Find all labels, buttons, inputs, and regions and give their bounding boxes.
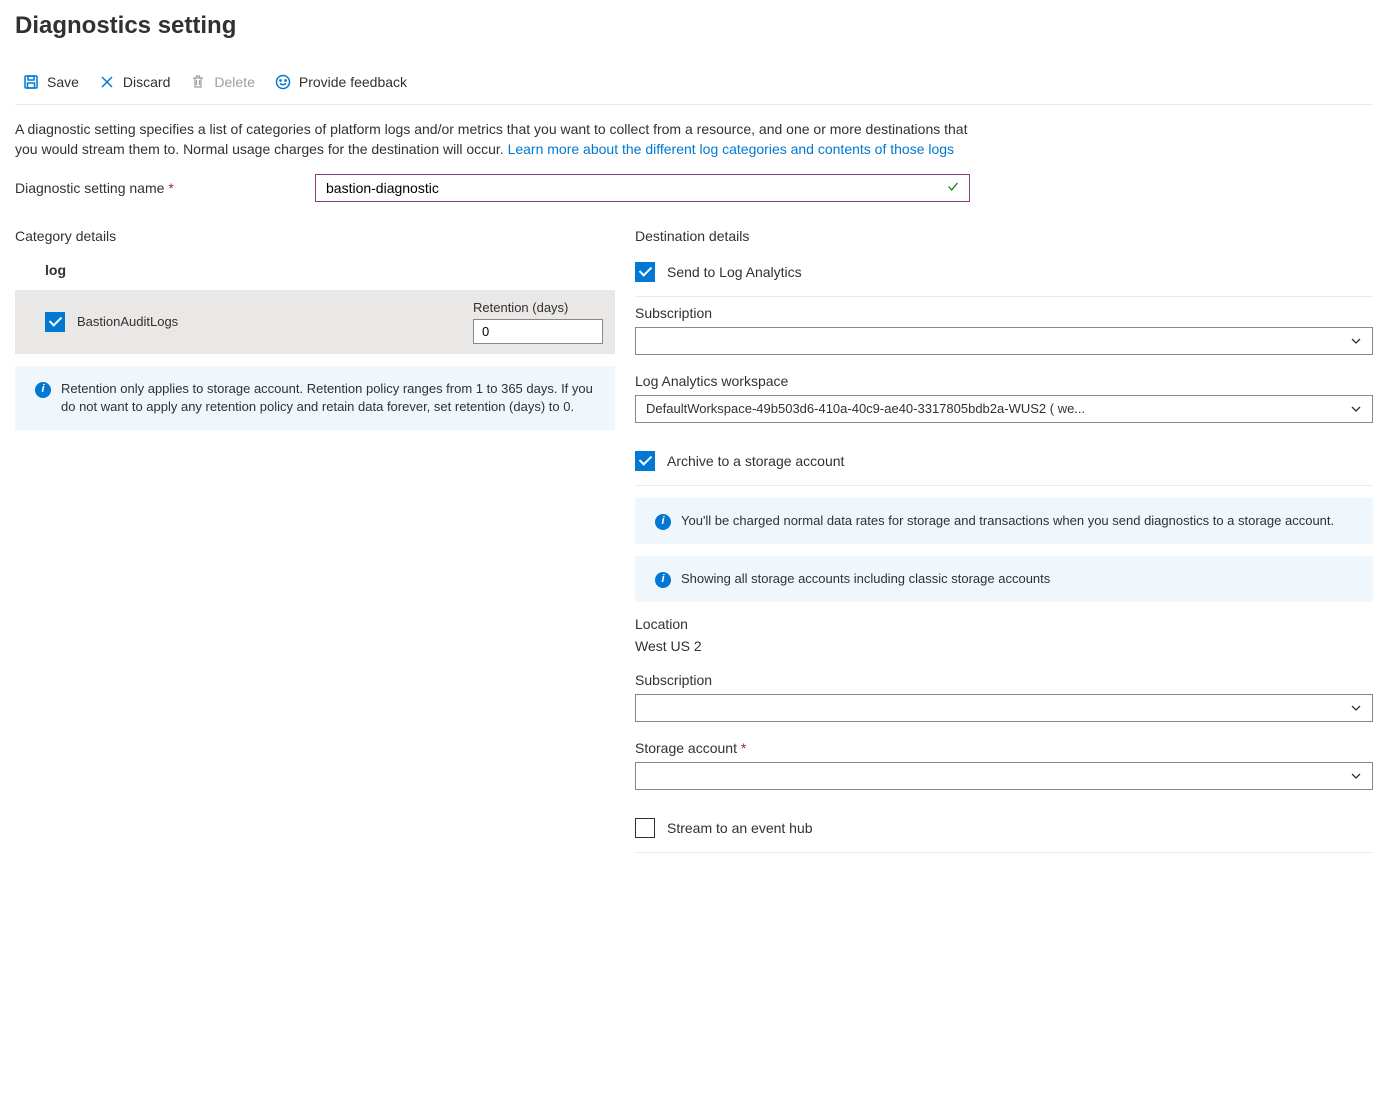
toolbar: Save Discard Delete Provide feedback xyxy=(15,70,1373,105)
info-icon: i xyxy=(655,572,671,588)
info-icon: i xyxy=(35,382,51,398)
discard-button[interactable]: Discard xyxy=(91,70,178,94)
setting-name-label: Diagnostic setting name * xyxy=(15,180,315,196)
la-subscription-select[interactable] xyxy=(635,327,1373,355)
log-heading: log xyxy=(45,262,615,278)
location-label: Location xyxy=(635,616,1373,632)
event-hub-checkbox[interactable] xyxy=(635,818,655,838)
delete-button: Delete xyxy=(182,70,262,94)
log-analytics-checkbox[interactable] xyxy=(635,262,655,282)
la-subscription-label: Subscription xyxy=(635,305,1373,321)
retention-input[interactable] xyxy=(473,319,603,344)
learn-more-link[interactable]: Learn more about the different log categ… xyxy=(508,141,954,157)
chevron-down-icon xyxy=(1350,335,1362,347)
storage-checkbox[interactable] xyxy=(635,451,655,471)
feedback-button[interactable]: Provide feedback xyxy=(267,70,415,94)
storage-account-select[interactable] xyxy=(635,762,1373,790)
destination-title: Destination details xyxy=(635,228,1373,244)
log-analytics-label: Send to Log Analytics xyxy=(667,264,802,280)
chevron-down-icon xyxy=(1350,702,1362,714)
retention-info: i Retention only applies to storage acco… xyxy=(15,366,615,430)
storage-subscription-label: Subscription xyxy=(635,672,1373,688)
event-hub-label: Stream to an event hub xyxy=(667,820,813,836)
storage-account-label: Storage account * xyxy=(635,740,1373,756)
location-value: West US 2 xyxy=(635,638,1373,654)
log-item-name: BastionAuditLogs xyxy=(77,314,178,329)
trash-icon xyxy=(190,74,206,90)
setting-name-input[interactable] xyxy=(315,174,970,202)
check-icon xyxy=(946,179,960,196)
description-text: A diagnostic setting specifies a list of… xyxy=(15,119,975,160)
info-icon: i xyxy=(655,514,671,530)
chevron-down-icon xyxy=(1350,403,1362,415)
smile-icon xyxy=(275,74,291,90)
save-button[interactable]: Save xyxy=(15,70,87,94)
category-title: Category details xyxy=(15,228,615,244)
retention-label: Retention (days) xyxy=(473,300,568,315)
storage-info-1: i You'll be charged normal data rates fo… xyxy=(635,498,1373,544)
save-icon xyxy=(23,74,39,90)
la-workspace-select[interactable]: DefaultWorkspace-49b503d6-410a-40c9-ae40… xyxy=(635,395,1373,423)
storage-subscription-select[interactable] xyxy=(635,694,1373,722)
storage-label: Archive to a storage account xyxy=(667,453,844,469)
page-title: Diagnostics setting xyxy=(15,12,1373,40)
la-workspace-label: Log Analytics workspace xyxy=(635,373,1373,389)
close-icon xyxy=(99,74,115,90)
bastion-audit-logs-checkbox[interactable] xyxy=(45,312,65,332)
storage-info-2: i Showing all storage accounts including… xyxy=(635,556,1373,602)
log-item-row: BastionAuditLogs Retention (days) xyxy=(15,290,615,354)
chevron-down-icon xyxy=(1350,770,1362,782)
